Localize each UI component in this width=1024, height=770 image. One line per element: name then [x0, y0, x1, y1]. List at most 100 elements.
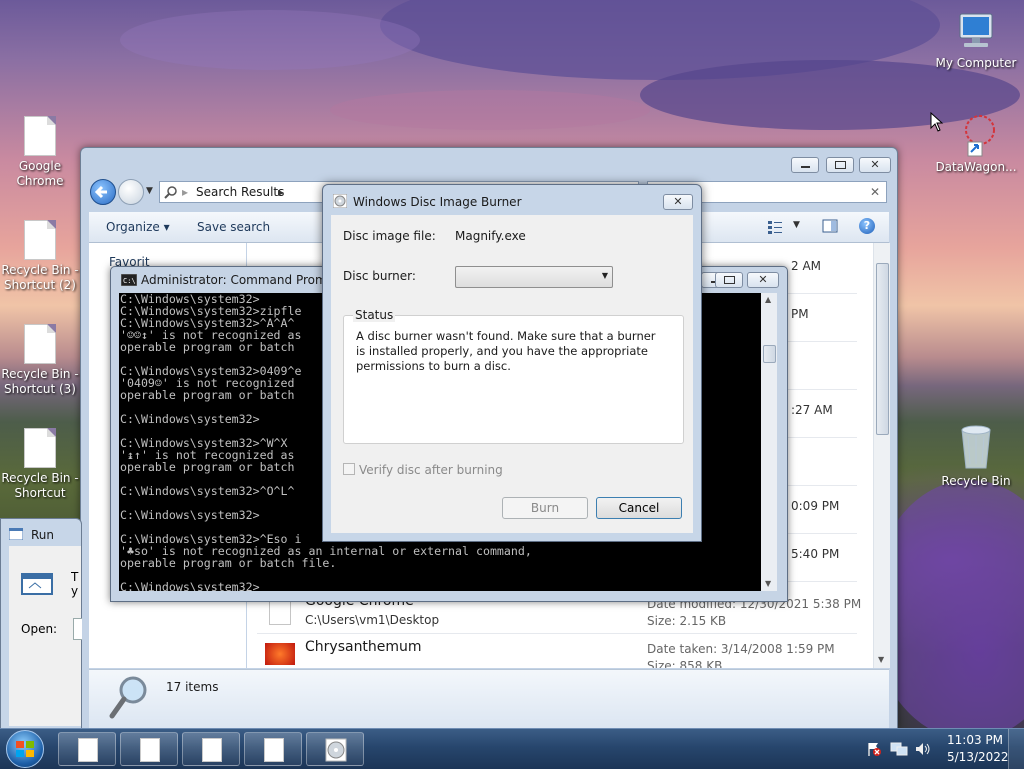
desktop-icon-label: Recycle Bin - Shortcut (2) [1, 263, 79, 292]
cancel-button[interactable]: Cancel [596, 497, 682, 519]
maximize-button[interactable] [826, 157, 854, 173]
breadcrumb-chevron-icon[interactable]: ▸ [278, 185, 284, 199]
run-description: Ty re [71, 570, 79, 600]
taskbar-item-disc-burner[interactable] [306, 732, 364, 766]
dialog-close-button[interactable]: ✕ [663, 194, 693, 210]
organize-button[interactable]: Organize ▾ [106, 220, 170, 234]
document-icon [24, 220, 56, 260]
preview-pane-icon[interactable] [822, 219, 838, 233]
details-pane: 17 items [89, 669, 889, 728]
disc-burner-label: Disc burner: [343, 269, 416, 283]
desktop-icon-recycle-bin-shortcut-3[interactable]: Recycle Bin - Shortcut (3) [0, 324, 80, 397]
document-icon [24, 116, 56, 156]
scroll-up-icon[interactable]: ▲ [765, 295, 771, 304]
clock-time[interactable]: 11:03 PM [947, 733, 1003, 747]
start-button[interactable] [6, 730, 44, 768]
open-label: Open: [21, 622, 58, 636]
burn-button[interactable]: Burn [502, 497, 588, 519]
scroll-down-icon[interactable]: ▼ [765, 579, 771, 588]
help-icon[interactable]: ? [859, 218, 875, 234]
clear-search-icon[interactable]: ✕ [870, 185, 880, 199]
row-divider [257, 633, 857, 634]
image-thumbnail-icon [265, 643, 295, 665]
datawagon-icon [965, 115, 995, 157]
desktop-icon-recycle-bin-shortcut[interactable]: Recycle Bin - Shortcut [0, 428, 80, 501]
mouse-cursor-icon [930, 112, 944, 132]
document-icon [202, 738, 222, 762]
console-icon: C:\ [121, 274, 137, 286]
minimize-button[interactable] [791, 157, 819, 173]
disc-burner-select[interactable]: ▼ [455, 266, 613, 288]
svg-text:C:\: C:\ [123, 277, 136, 285]
save-search-button[interactable]: Save search [197, 220, 270, 234]
desktop-icon-label: Recycle Bin [941, 474, 1011, 488]
network-icon[interactable] [890, 741, 908, 757]
organize-label: Organize [106, 220, 160, 234]
desktop-icon-recycle-bin-shortcut-2[interactable]: Recycle Bin - Shortcut (2) [0, 220, 80, 293]
file-size: Size: 2.15 KB [647, 614, 727, 628]
cmd-scrollbar[interactable]: ▲ ▼ [761, 293, 777, 591]
view-dropdown-icon[interactable]: ▼ [793, 220, 800, 230]
cmd-title: Administrator: Command Prompt [141, 273, 339, 287]
results-scrollbar[interactable]: ▼ [873, 243, 890, 668]
cmd-close-button[interactable]: ✕ [747, 272, 779, 288]
recent-pages-chevron-icon[interactable]: ▼ [146, 186, 153, 196]
desktop-icon-datawagon[interactable]: DataWagon... [935, 112, 1017, 175]
result-time-text: 5:40 PM [791, 547, 840, 561]
cmd-maximize-button[interactable] [715, 272, 743, 288]
document-icon [264, 738, 284, 762]
run-body: Ty re Open: [9, 546, 82, 726]
item-count: 17 items [166, 680, 219, 694]
desktop-icon-google-chrome[interactable]: Google Chrome [0, 116, 80, 189]
scrollbar-thumb[interactable] [876, 263, 889, 435]
scrollbar-thumb[interactable] [763, 345, 776, 363]
scroll-down-icon[interactable]: ▼ [878, 655, 884, 664]
desktop-icon-my-computer[interactable]: My Computer [935, 10, 1017, 71]
desktop-icon-label: My Computer [935, 56, 1017, 70]
breadcrumb-separator-icon: ▸ [182, 185, 189, 199]
desktop-icon-recycle-bin[interactable]: Recycle Bin [935, 422, 1017, 489]
disc-image-label: Disc image file: [343, 229, 436, 243]
cloud [120, 10, 420, 70]
file-date: Date taken: 3/14/2008 1:59 PM [647, 642, 835, 656]
file-size: Size: 858 KB [647, 659, 723, 668]
address-text[interactable]: Search Results [196, 185, 284, 199]
status-group: A disc burner wasn't found. Make sure th… [343, 315, 684, 444]
close-button[interactable]: ✕ [859, 157, 891, 173]
volume-icon[interactable] [914, 741, 932, 757]
chevron-down-icon: ▼ [601, 271, 608, 280]
result-time-text: PM [791, 307, 809, 321]
run-icon [9, 528, 23, 540]
file-path: C:\Users\vm1\Desktop [305, 613, 440, 627]
magnifier-icon [109, 676, 147, 719]
disc-icon [333, 194, 347, 208]
action-center-flag-icon[interactable] [866, 741, 882, 757]
desktop-icon-label: Google Chrome [16, 159, 64, 188]
back-button[interactable] [90, 179, 116, 205]
run-dialog: Run Ty re Open: [0, 518, 82, 730]
disc-icon [325, 738, 347, 762]
taskbar-item[interactable] [244, 732, 302, 766]
forward-button[interactable] [118, 179, 144, 205]
search-icon [164, 186, 177, 199]
file-row[interactable]: Chrysanthemum Date taken: 3/14/2008 1:59… [247, 635, 873, 668]
taskbar-item[interactable] [58, 732, 116, 766]
console-line: operable program or batch file. [120, 556, 337, 570]
verify-label: Verify disc after burning [359, 463, 503, 477]
document-icon [24, 428, 56, 468]
taskbar-item[interactable] [182, 732, 240, 766]
run-program-icon [21, 573, 53, 595]
clock-date[interactable]: 5/13/2022 [947, 750, 1009, 764]
run-title: Run [31, 528, 55, 542]
disc-image-value: Magnify.exe [455, 229, 526, 243]
windows-logo-icon [16, 741, 34, 757]
verify-checkbox[interactable] [343, 463, 355, 475]
open-input[interactable] [73, 618, 82, 640]
result-time-text: :27 AM [791, 403, 833, 417]
show-desktop-button[interactable] [1008, 729, 1024, 769]
document-icon [78, 738, 98, 762]
view-options-icon[interactable] [767, 220, 783, 234]
taskbar-item[interactable] [120, 732, 178, 766]
console-line: C:\Windows\system32>_ [120, 580, 267, 591]
desktop-icon-label: Recycle Bin - Shortcut (3) [1, 367, 79, 396]
